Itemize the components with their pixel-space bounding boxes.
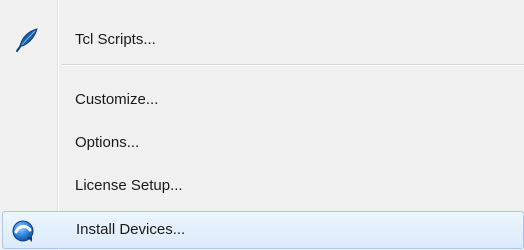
menu-item-label: Options...	[75, 134, 140, 151]
menu-item-label: License Setup...	[75, 177, 183, 194]
menu-item-tcl-scripts[interactable]: Tcl Scripts...	[0, 20, 524, 60]
menu-separator-highlight	[62, 65, 524, 66]
menu-item-options[interactable]: Options...	[0, 123, 524, 163]
menu-item-label: Install Devices...	[76, 221, 186, 238]
menu-item-customize[interactable]: Customize...	[0, 80, 524, 120]
menu-item-license-setup[interactable]: License Setup...	[0, 166, 524, 206]
context-menu: Tcl Scripts... Customize... Options... L…	[0, 0, 524, 250]
install-devices-icon	[10, 218, 38, 244]
menu-item-label: Customize...	[75, 91, 159, 108]
feather-icon	[12, 27, 40, 53]
menu-item-label: Tcl Scripts...	[75, 31, 156, 48]
menu-item-install-devices[interactable]: Install Devices...	[2, 211, 524, 249]
